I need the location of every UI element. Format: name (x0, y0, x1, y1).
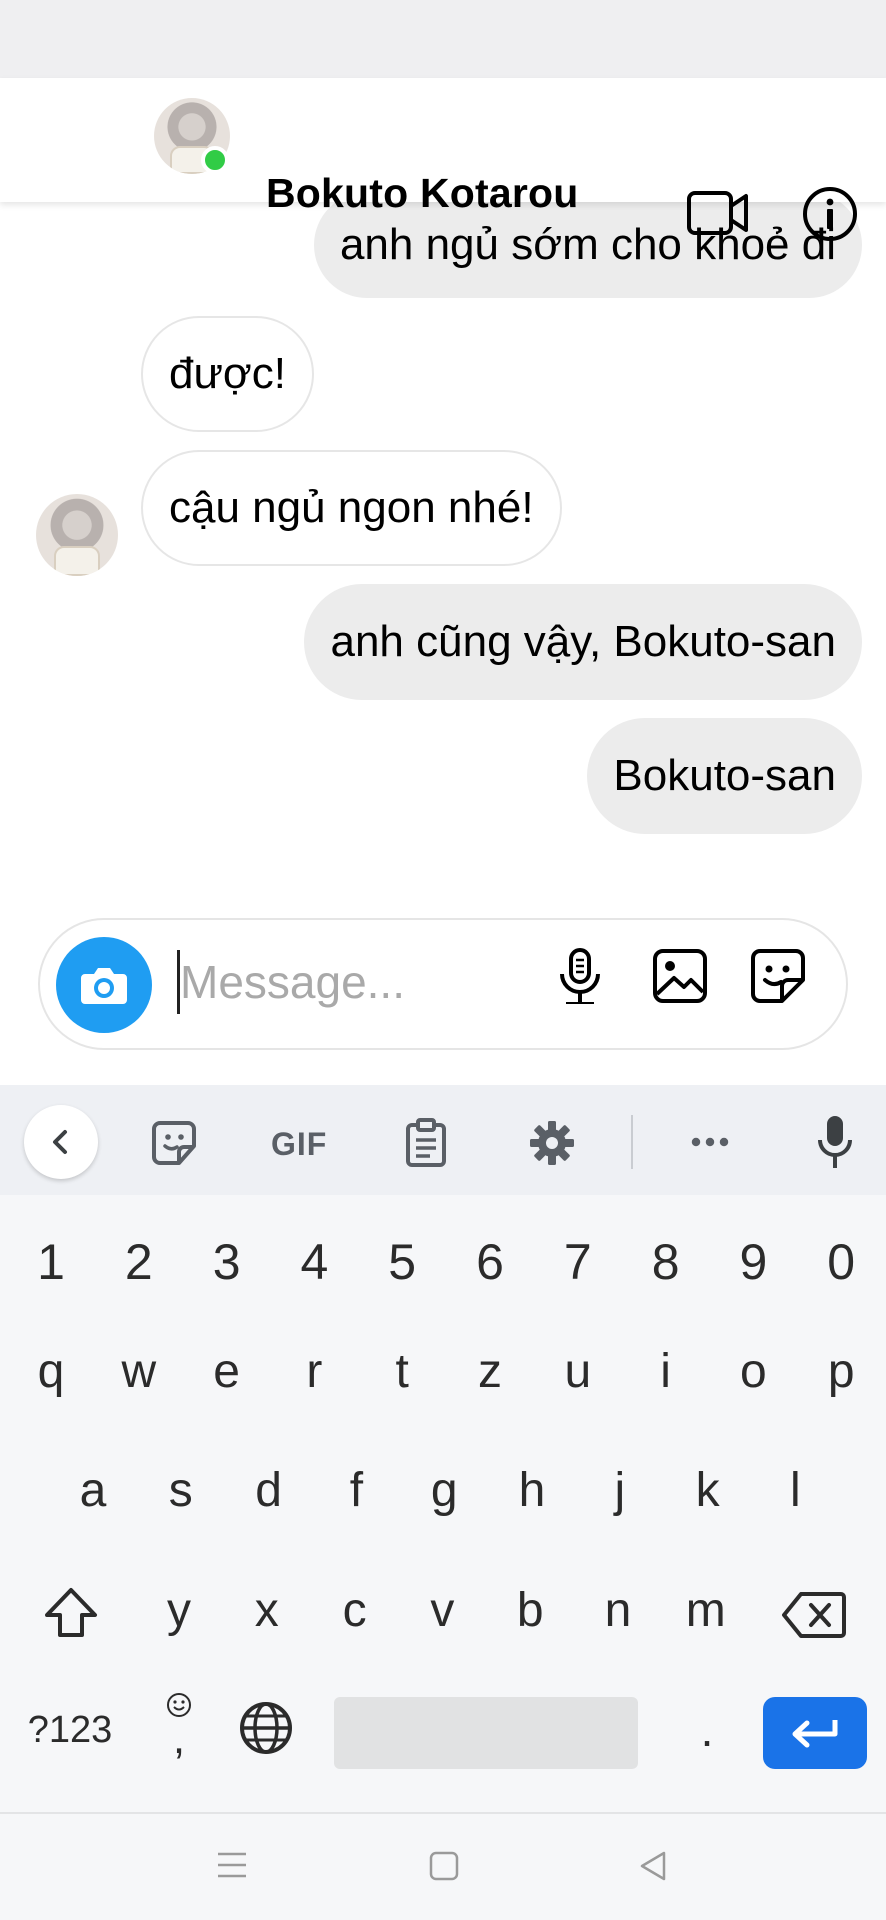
key-6[interactable]: 6 (455, 1222, 525, 1302)
message-text: Bokuto-san (613, 751, 836, 800)
video-camera-icon[interactable] (686, 188, 750, 238)
key-1[interactable]: 1 (16, 1222, 86, 1302)
menu-icon[interactable] (216, 1850, 248, 1880)
clipboard-icon[interactable] (404, 1118, 448, 1168)
key-s[interactable]: s (146, 1450, 216, 1530)
shift-icon (45, 1588, 97, 1637)
backspace-icon (782, 1592, 846, 1638)
toolbar-divider (631, 1115, 633, 1169)
key-z[interactable]: z (455, 1331, 525, 1411)
message-text: anh ngủ sớm cho khoẻ đi (339, 220, 836, 269)
chat-header: Bokuto Kotarou (0, 78, 886, 241)
key-o[interactable]: o (718, 1331, 788, 1411)
message-bubble-incoming[interactable]: cậu ngủ ngon nhé! (141, 450, 562, 566)
key-b[interactable]: b (495, 1570, 565, 1650)
chevron-left-icon (53, 1130, 67, 1154)
key-u[interactable]: u (543, 1331, 613, 1411)
key-5[interactable]: 5 (367, 1222, 437, 1302)
key-r[interactable]: r (279, 1331, 349, 1411)
key-j[interactable]: j (585, 1450, 655, 1530)
keyboard-collapse-button[interactable] (24, 1105, 98, 1179)
key-f[interactable]: f (321, 1450, 391, 1530)
enter-icon (792, 1720, 838, 1748)
message-list[interactable]: anh ngủ sớm cho khoẻ đi được! cậu ngủ ng… (0, 202, 886, 902)
comma-emoji-key[interactable]: , (156, 1692, 202, 1768)
key-a[interactable]: a (58, 1450, 128, 1530)
info-icon[interactable] (802, 186, 858, 242)
key-g[interactable]: g (409, 1450, 479, 1530)
key-e[interactable]: e (192, 1331, 262, 1411)
key-h[interactable]: h (497, 1450, 567, 1530)
key-9[interactable]: 9 (718, 1222, 788, 1302)
globe-icon[interactable] (238, 1700, 294, 1756)
key-4[interactable]: 4 (279, 1222, 349, 1302)
space-bar[interactable] (334, 1697, 638, 1769)
microphone-icon[interactable] (816, 1114, 854, 1170)
period-key[interactable]: . (682, 1700, 732, 1760)
message-text: được! (169, 349, 287, 398)
back-triangle-icon[interactable] (638, 1850, 668, 1882)
key-n[interactable]: n (583, 1570, 653, 1650)
key-3[interactable]: 3 (192, 1222, 262, 1302)
more-icon[interactable] (690, 1134, 730, 1150)
backspace-key[interactable] (774, 1582, 854, 1648)
key-w[interactable]: w (104, 1331, 174, 1411)
key-q[interactable]: q (16, 1331, 86, 1411)
key-c[interactable]: c (320, 1570, 390, 1650)
key-k[interactable]: k (673, 1450, 743, 1530)
key-m[interactable]: m (671, 1570, 741, 1650)
key-2[interactable]: 2 (104, 1222, 174, 1302)
key-y[interactable]: y (144, 1570, 214, 1650)
key-d[interactable]: d (234, 1450, 304, 1530)
online-status-dot (201, 146, 229, 174)
message-input[interactable] (180, 950, 520, 1014)
key-l[interactable]: l (760, 1450, 830, 1530)
symbols-key[interactable]: ?123 (18, 1700, 122, 1760)
sticker-icon[interactable] (152, 1120, 198, 1166)
sender-avatar[interactable] (36, 494, 118, 576)
camera-icon (81, 968, 127, 1004)
settings-gear-icon[interactable] (528, 1119, 576, 1167)
key-7[interactable]: 7 (543, 1222, 613, 1302)
key-p[interactable]: p (806, 1331, 876, 1411)
comma-label: , (172, 1714, 186, 1763)
message-bubble-outgoing[interactable]: anh cũng vậy, Bokuto-san (304, 584, 862, 700)
key-x[interactable]: x (232, 1570, 302, 1650)
sticker-icon[interactable] (748, 946, 808, 1006)
image-icon[interactable] (650, 946, 710, 1006)
status-bar (0, 0, 886, 78)
message-bubble-incoming[interactable]: được! (141, 316, 315, 432)
key-v[interactable]: v (407, 1570, 477, 1650)
gif-button[interactable]: GIF (271, 1126, 327, 1163)
key-0[interactable]: 0 (806, 1222, 876, 1302)
microphone-icon[interactable] (550, 946, 610, 1006)
shift-key[interactable] (38, 1580, 104, 1646)
home-square-icon[interactable] (428, 1850, 460, 1882)
key-t[interactable]: t (367, 1331, 437, 1411)
message-bubble-outgoing[interactable]: Bokuto-san (587, 718, 862, 834)
message-text: anh cũng vậy, Bokuto-san (330, 617, 836, 666)
contact-name[interactable]: Bokuto Kotarou (266, 170, 579, 217)
enter-key[interactable] (763, 1697, 867, 1769)
message-text: cậu ngủ ngon nhé! (169, 483, 534, 532)
camera-button[interactable] (56, 937, 152, 1033)
key-8[interactable]: 8 (631, 1222, 701, 1302)
key-i[interactable]: i (631, 1331, 701, 1411)
